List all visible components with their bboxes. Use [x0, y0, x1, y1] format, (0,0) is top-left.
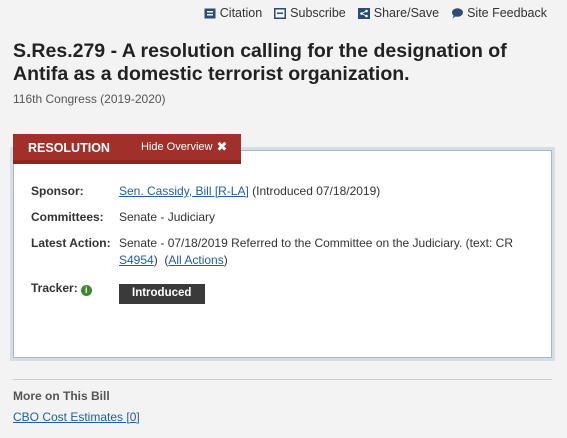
tracker-label-wrap: Tracker: i [31, 280, 131, 297]
committees-value: Senate - Judiciary [119, 210, 216, 224]
sponsor-introduced-date: (Introduced 07/18/2019) [252, 184, 381, 198]
sponsor-value: Sen. Cassidy, Bill [R-LA] (Introduced 07… [119, 183, 539, 200]
latest-action-text: Senate - 07/18/2019 Referred to the Comm… [119, 236, 513, 250]
subscribe-icon [274, 7, 287, 19]
feedback-icon [451, 7, 464, 19]
overview-panel: Sponsor: Sen. Cassidy, Bill [R-LA] (Intr… [13, 150, 552, 358]
more-on-this-bill-heading: More on This Bill [13, 389, 110, 403]
congress-session: 116th Congress (2019-2020) [13, 92, 166, 106]
hide-overview-button[interactable]: Hide Overview ✖ [125, 134, 242, 164]
citation-label: Citation [219, 6, 263, 20]
tracker-value: Introduced [119, 284, 539, 304]
tab-resolution: RESOLUTION [13, 134, 126, 164]
latest-action-label: Latest Action: [31, 236, 111, 250]
citation-button[interactable]: Citation [204, 6, 262, 20]
citation-icon [204, 8, 216, 19]
site-feedback-button[interactable]: Site Feedback [451, 6, 547, 20]
section-divider [13, 379, 552, 380]
info-icon[interactable]: i [80, 285, 92, 296]
hide-overview-label: Hide Overview [140, 141, 213, 153]
bill-title: S.Res.279 - A resolution calling for the… [13, 40, 507, 85]
overview-tabs: RESOLUTION Hide Overview ✖ [13, 134, 242, 164]
all-actions-close-paren: ) [223, 253, 228, 267]
sponsor-link[interactable]: Sen. Cassidy, Bill [R-LA] [119, 184, 249, 198]
committees-label: Committees: [31, 210, 104, 224]
congressional-record-link[interactable]: S4954 [119, 253, 154, 267]
subscribe-button[interactable]: Subscribe [274, 6, 346, 20]
share-icon [357, 7, 370, 19]
close-icon: ✖ [216, 139, 228, 154]
subscribe-label: Subscribe [290, 6, 346, 20]
site-feedback-label: Site Feedback [467, 6, 547, 20]
latest-action-value: Senate - 07/18/2019 Referred to the Comm… [119, 235, 539, 269]
tracker-label: Tracker: [31, 281, 78, 295]
share-save-label: Share/Save [373, 6, 440, 20]
latest-action-paren: ) [153, 253, 158, 267]
share-save-button[interactable]: Share/Save [357, 6, 440, 20]
sponsor-label: Sponsor: [31, 184, 84, 198]
page-toolbar: Citation Subscribe Share/Save Site Feedb… [204, 6, 547, 20]
cbo-cost-estimates-link[interactable]: CBO Cost Estimates [0] [13, 410, 140, 424]
tracker-status-badge: Introduced [119, 284, 206, 304]
all-actions-link[interactable]: All Actions [168, 253, 223, 267]
